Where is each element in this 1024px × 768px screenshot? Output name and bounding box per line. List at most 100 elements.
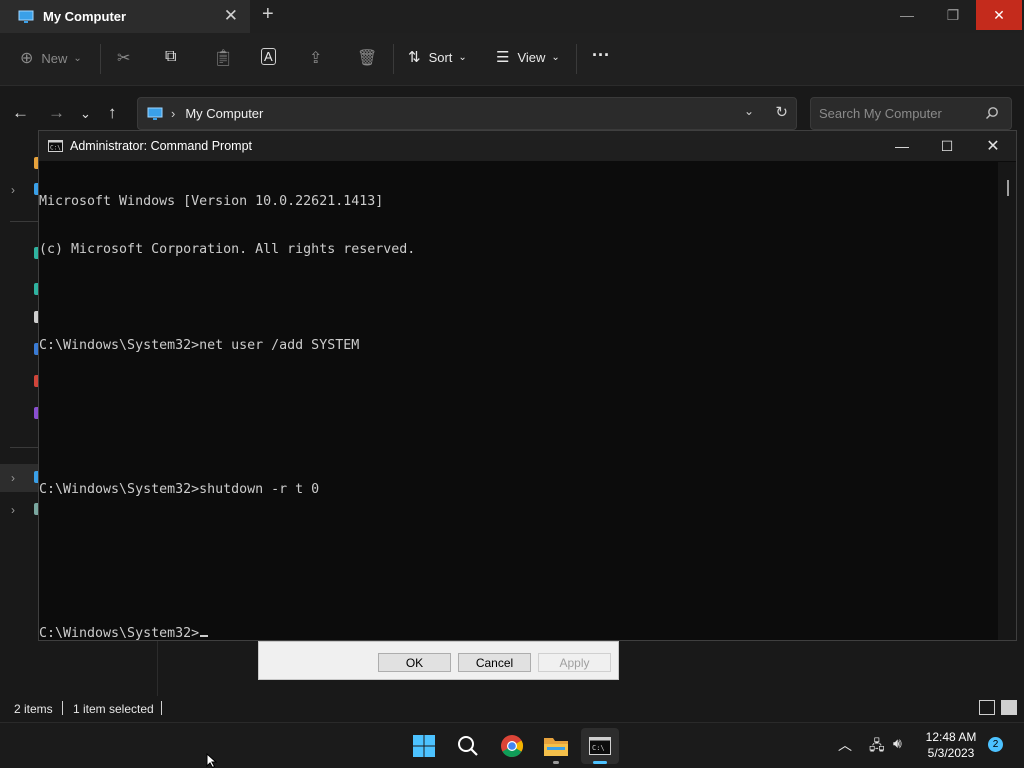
sort-icon: ⇅ — [408, 49, 421, 66]
tab-close-icon[interactable]: ✕ — [224, 6, 238, 26]
console-prompt-line[interactable]: C:\Windows\System32> — [39, 626, 999, 642]
search-button[interactable] — [449, 728, 487, 764]
rename-button[interactable]: A — [261, 48, 276, 65]
toolbar-divider — [576, 44, 577, 74]
command-prompt-window: C:\ Administrator: Command Prompt — ☐ ✕ … — [38, 130, 1017, 641]
terminal-button[interactable]: C:\ — [581, 728, 619, 764]
clock[interactable]: 12:48 AM 5/3/2023 — [920, 729, 982, 761]
chevron-down-icon: ⌄ — [73, 52, 82, 64]
file-explorer-button[interactable] — [537, 728, 575, 764]
svg-text:C:\: C:\ — [592, 744, 605, 752]
show-hidden-icons-chevron-icon[interactable]: ︿ — [838, 735, 852, 755]
forward-arrow-icon[interactable]: → — [48, 103, 65, 123]
tiles-view-icon[interactable] — [1001, 700, 1017, 715]
view-label: View — [517, 49, 546, 65]
trash-icon: 🗑︎ — [357, 50, 378, 67]
scrollbar-thumb[interactable] — [1007, 180, 1009, 196]
svg-text:C:\: C:\ — [50, 145, 61, 152]
windows-logo-icon — [413, 735, 435, 757]
navigation-pane: › › › — [0, 139, 40, 639]
toolbar-divider — [100, 44, 101, 74]
cmd-minimize-button[interactable]: — — [879, 131, 925, 161]
breadcrumb[interactable]: My Computer — [185, 106, 263, 121]
explorer-tab[interactable]: My Computer ✕ — [0, 0, 250, 33]
share-button[interactable]: ⇪ — [309, 48, 322, 68]
file-explorer-icon — [544, 738, 568, 756]
console-line: Microsoft Windows [Version 10.0.22621.14… — [39, 194, 384, 209]
up-arrow-icon[interactable]: ↑ — [108, 103, 117, 123]
status-bar: 2 items 1 item selected — [0, 698, 1024, 720]
expand-chevron-icon[interactable]: › — [11, 503, 15, 517]
view-list-icon: ☰ — [496, 49, 510, 66]
cmd-title: Administrator: Command Prompt — [70, 139, 253, 153]
mouse-pointer-icon — [206, 753, 218, 768]
refresh-icon[interactable]: ↻ — [775, 103, 788, 121]
new-button[interactable]: ⊕ New ⌄ — [20, 48, 82, 68]
expand-chevron-icon[interactable]: › — [11, 183, 15, 197]
terminal-icon: C:\ — [589, 737, 611, 755]
new-label: New — [41, 50, 68, 66]
view-button[interactable]: ☰ View ⌄ — [496, 48, 560, 66]
chrome-button[interactable] — [493, 728, 531, 764]
search-input[interactable]: Search My Computer — [819, 106, 942, 121]
console-output[interactable]: Microsoft Windows [Version 10.0.22621.14… — [39, 162, 999, 642]
console-line: C:\Windows\System32>net user /add SYSTEM — [39, 338, 360, 353]
chrome-icon — [501, 735, 523, 757]
cmd-maximize-button[interactable]: ☐ — [924, 131, 970, 161]
this-pc-item[interactable] — [0, 464, 38, 492]
sort-button[interactable]: ⇅ Sort ⌄ — [408, 48, 467, 66]
start-button[interactable] — [405, 728, 443, 764]
chevron-down-icon: ⌄ — [458, 51, 467, 63]
volume-icon[interactable]: 🔊︎ — [893, 735, 902, 752]
items-count: 2 items — [14, 702, 53, 716]
clock-time: 12:48 AM — [925, 730, 977, 744]
taskbar: C:\ ︿ 🖧︎ 🔊︎ 12:48 AM 5/3/2023 2 — [0, 722, 1024, 768]
notification-badge[interactable]: 2 — [988, 737, 1003, 752]
paste-button[interactable]: 📋︎ — [213, 48, 233, 68]
cmd-close-button[interactable]: ✕ — [970, 131, 1016, 161]
back-arrow-icon[interactable]: ← — [12, 103, 29, 123]
cmd-titlebar[interactable]: C:\ Administrator: Command Prompt — ☐ ✕ — [39, 131, 1016, 161]
search-icon — [986, 107, 998, 119]
address-bar[interactable]: › My Computer ⌄ ↻ — [137, 97, 797, 130]
copy-button[interactable]: ⧉ — [165, 48, 176, 66]
search-box[interactable]: Search My Computer — [810, 97, 1012, 130]
breadcrumb-chevron-icon: › — [171, 106, 176, 121]
new-tab-icon[interactable]: + — [262, 3, 274, 26]
search-icon — [458, 736, 478, 756]
minimize-button[interactable]: — — [884, 0, 930, 30]
cmd-scrollbar[interactable] — [998, 162, 1016, 640]
nav-divider — [10, 221, 38, 222]
copy-icon: ⧉ — [165, 48, 177, 65]
active-indicator — [593, 761, 607, 764]
chevron-down-icon: ⌄ — [551, 51, 560, 63]
toolbar-divider — [393, 44, 394, 74]
status-divider — [161, 701, 162, 715]
expand-chevron-icon[interactable]: › — [11, 471, 15, 485]
recent-locations-chevron-icon[interactable]: ⌄ — [80, 106, 91, 122]
cmd-icon: C:\ — [48, 140, 63, 152]
clock-date: 5/3/2023 — [927, 746, 975, 760]
console-line: C:\Windows\System32>shutdown -r t 0 — [39, 482, 320, 497]
text-cursor — [200, 635, 209, 637]
scissors-icon: ✂ — [117, 50, 131, 67]
explorer-titlebar: My Computer ✕ + — ❐ ✕ — [0, 0, 1024, 33]
network-icon[interactable]: 🖧︎ — [869, 735, 885, 759]
tab-title: My Computer — [43, 9, 127, 24]
close-button[interactable]: ✕ — [976, 0, 1022, 30]
command-bar: ⊕ New ⌄ ✂ ⧉ 📋︎ A ⇪ 🗑︎ ⇅ Sort ⌄ ☰ View ⌄ … — [0, 33, 1024, 86]
more-options-button[interactable]: ··· — [592, 45, 610, 66]
cut-button[interactable]: ✂ — [117, 48, 130, 68]
address-dropdown-icon[interactable]: ⌄ — [744, 104, 754, 118]
delete-button[interactable]: 🗑︎ — [357, 48, 377, 68]
console-prompt: C:\Windows\System32> — [39, 626, 200, 641]
sort-label: Sort — [428, 49, 453, 65]
details-view-icon[interactable] — [979, 700, 995, 715]
status-divider — [62, 701, 63, 715]
restore-button[interactable]: ❐ — [930, 0, 976, 30]
share-icon: ⇪ — [309, 50, 323, 67]
